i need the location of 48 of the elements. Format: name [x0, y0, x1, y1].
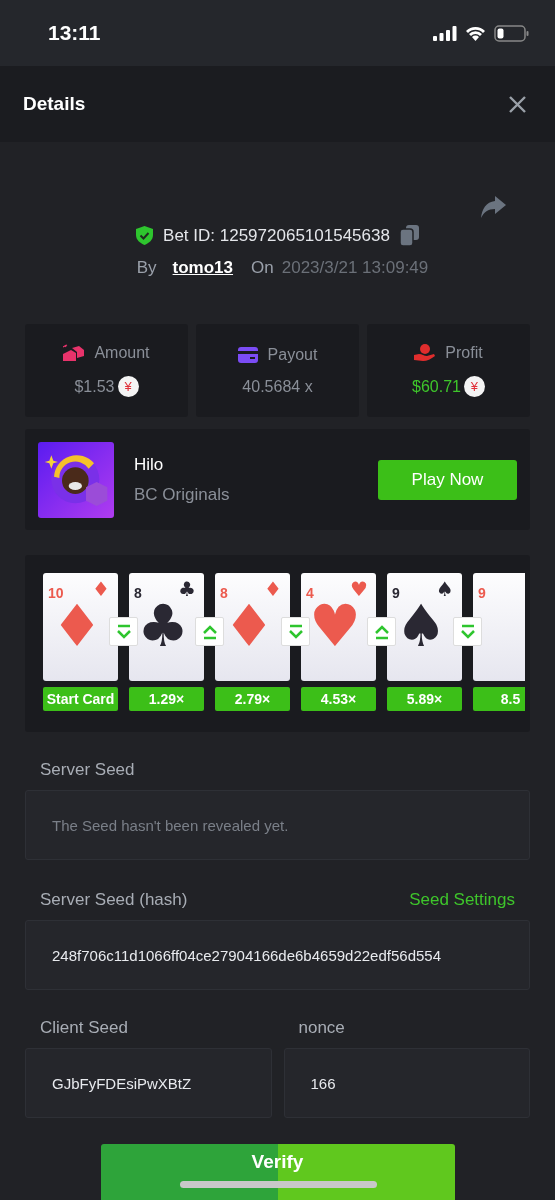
server-hash-field: 248f706c11d1066ff04ce27904166de6b4659d22edf56d554 — [25, 920, 530, 990]
card-icon — [237, 346, 258, 363]
field-label: Client Seed — [40, 1018, 129, 1038]
hand-coin-icon — [414, 344, 436, 362]
stat-value: $60.71 — [412, 377, 461, 396]
multiplier-label: 8.5 — [473, 687, 525, 711]
wifi-icon — [465, 25, 486, 41]
nonce-field[interactable]: 166 — [283, 1048, 530, 1118]
signal-icon — [433, 25, 457, 41]
share-icon[interactable] — [480, 196, 506, 219]
bet-date: 2023/3/21 13:09:49 — [281, 258, 429, 278]
multiplier-label: 5.89× — [387, 687, 462, 711]
status-time: 13:11 — [48, 21, 101, 45]
field-label: Server Seed (hash) — [40, 890, 188, 910]
by-label: By — [136, 258, 157, 278]
suit-symbol: ♦ — [92, 579, 110, 599]
user-link[interactable]: tomo13 — [172, 258, 234, 278]
game-name: Hilo — [134, 454, 165, 475]
suit-symbol: ♥ — [350, 579, 368, 599]
yuan-badge: ¥ — [117, 376, 139, 397]
stat-label: Profit — [445, 344, 483, 362]
card-rank: 9 — [478, 585, 486, 601]
stat-value: 40.5684 x — [242, 377, 313, 396]
stat-label: Amount — [94, 344, 150, 362]
bet-id: Bet ID: 125972065101545638 — [163, 225, 390, 246]
server-seed-field: The Seed hasn't been revealed yet. — [25, 790, 530, 860]
suit-symbol: ♠ — [436, 579, 454, 599]
close-icon[interactable] — [509, 95, 526, 113]
client-seed-field[interactable]: GJbFyFDEsiPwXBtZ — [25, 1048, 272, 1118]
seed-settings-link[interactable]: Seed Settings — [409, 890, 515, 910]
field-label: Server Seed — [40, 760, 136, 780]
shield-check-icon — [136, 226, 154, 245]
stat-label: Payout — [267, 345, 318, 364]
suit-symbol: ♣ — [178, 579, 196, 599]
battery-icon — [494, 24, 529, 42]
multiplier-label: Start Card — [43, 687, 118, 711]
yuan-badge: ¥ — [463, 376, 485, 397]
copy-icon[interactable] — [399, 225, 419, 246]
stat-value: $1.53 — [74, 377, 115, 396]
game-provider: BC Originals — [134, 484, 231, 505]
header-title: Details — [23, 93, 86, 115]
field-label: nonce — [298, 1018, 346, 1038]
coins-icon — [63, 344, 85, 362]
multiplier-label: 2.79× — [215, 687, 290, 711]
on-label: On — [251, 258, 274, 278]
multiplier-label: 1.29× — [129, 687, 204, 711]
suit-symbol: ♦ — [264, 579, 282, 599]
multiplier-label: 4.53× — [301, 687, 376, 711]
